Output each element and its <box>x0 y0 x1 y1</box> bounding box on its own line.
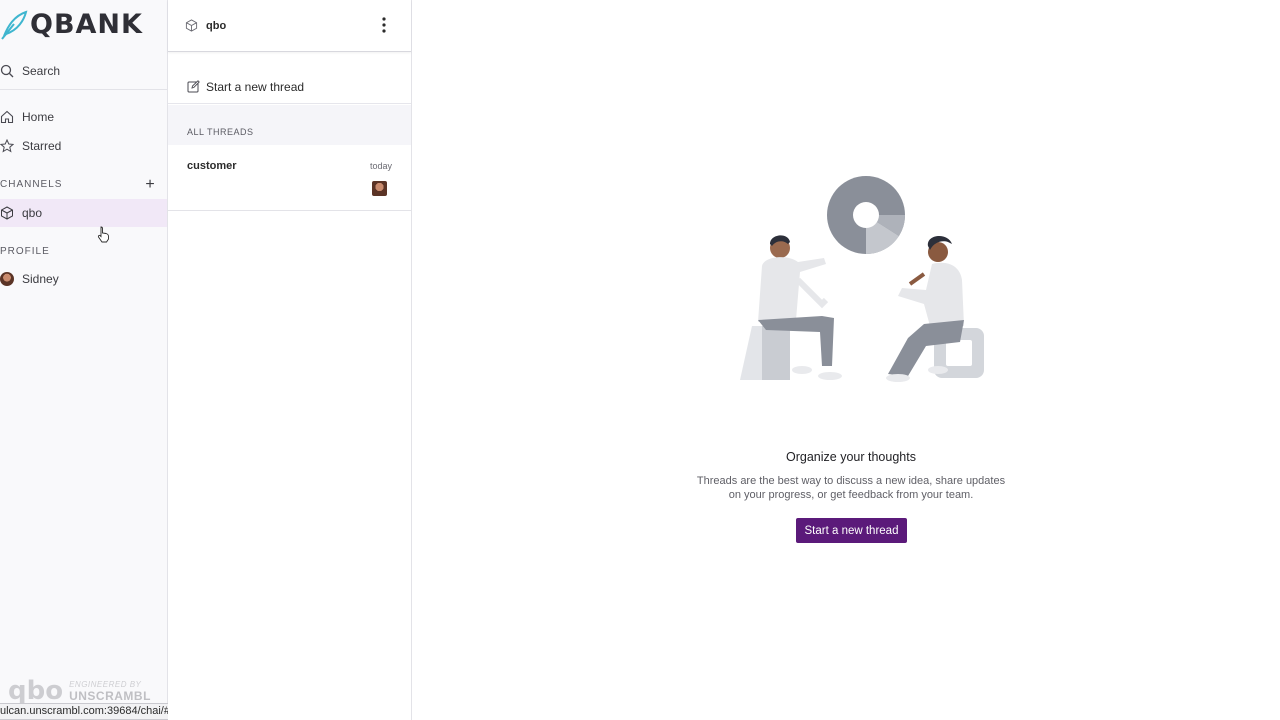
brand-logo[interactable]: QBANK <box>0 6 143 42</box>
search-icon <box>0 64 14 78</box>
footer-brand: qbo ENGINEERED BY UNSCRAMBL <box>8 676 151 706</box>
engineered-by-label: ENGINEERED BY <box>69 679 142 689</box>
sidebar-item-channel-qbo[interactable]: qbo <box>0 199 167 227</box>
all-threads-title: ALL THREADS <box>187 127 254 137</box>
search-label: Search <box>22 64 61 78</box>
brand-name: QBANK <box>30 8 143 40</box>
mouse-cursor-icon <box>97 226 109 243</box>
empty-state-description-line: on your progress, or get feedback from y… <box>728 489 974 501</box>
empty-state-description: Threads are the best way to discuss a ne… <box>412 474 1280 502</box>
thread-timestamp: today <box>369 161 392 171</box>
empty-state-description-line: Threads are the best way to discuss a ne… <box>696 475 1006 487</box>
profile-name: Sidney <box>22 272 59 286</box>
star-icon <box>0 139 14 153</box>
main-content: Organize your thoughts Threads are the b… <box>412 0 1280 720</box>
footer-logo: qbo <box>8 676 64 706</box>
compose-icon <box>187 80 200 93</box>
sidebar-item-label: Home <box>22 110 55 124</box>
new-thread-link[interactable]: Start a new thread <box>168 70 411 104</box>
sidebar-item-starred[interactable]: Starred <box>0 132 167 160</box>
thread-panel: qbo Start a new thread ALL THREADS custo… <box>168 0 412 720</box>
thread-list-item[interactable]: customer today <box>168 145 411 211</box>
empty-state-title: Organize your thoughts <box>786 450 916 464</box>
sidebar: QBANK Search Home Starred CHANNELS + qbo… <box>0 0 168 720</box>
sidebar-item-label: Starred <box>22 139 62 153</box>
more-options-icon[interactable] <box>376 14 392 36</box>
team-discussion-illustration <box>740 176 984 382</box>
sidebar-item-profile[interactable]: Sidney <box>0 265 167 293</box>
add-channel-button[interactable]: + <box>143 177 157 193</box>
start-new-thread-button[interactable]: Start a new thread <box>796 518 907 543</box>
avatar <box>372 181 387 196</box>
footer-engineered-by: ENGINEERED BY UNSCRAMBL <box>69 680 151 703</box>
channel-title: qbo <box>206 19 227 32</box>
thread-panel-header: qbo <box>168 0 411 52</box>
avatar <box>0 272 14 286</box>
search-box[interactable]: Search <box>0 53 167 90</box>
all-threads-header: ALL THREADS <box>168 105 411 145</box>
channels-section-title: CHANNELS <box>0 179 63 190</box>
home-icon <box>0 110 14 124</box>
profile-section-title: PROFILE <box>0 246 50 257</box>
sidebar-item-home[interactable]: Home <box>0 103 167 131</box>
app-root: QBANK Search Home Starred CHANNELS + qbo… <box>0 0 1280 720</box>
company-name: UNSCRAMBL <box>69 688 151 703</box>
thread-name: customer <box>187 160 237 172</box>
new-thread-label: Start a new thread <box>206 79 305 94</box>
channel-label: qbo <box>22 206 43 220</box>
feather-logo-icon <box>1 10 28 40</box>
cube-icon <box>185 19 198 32</box>
cube-icon <box>1 206 13 220</box>
